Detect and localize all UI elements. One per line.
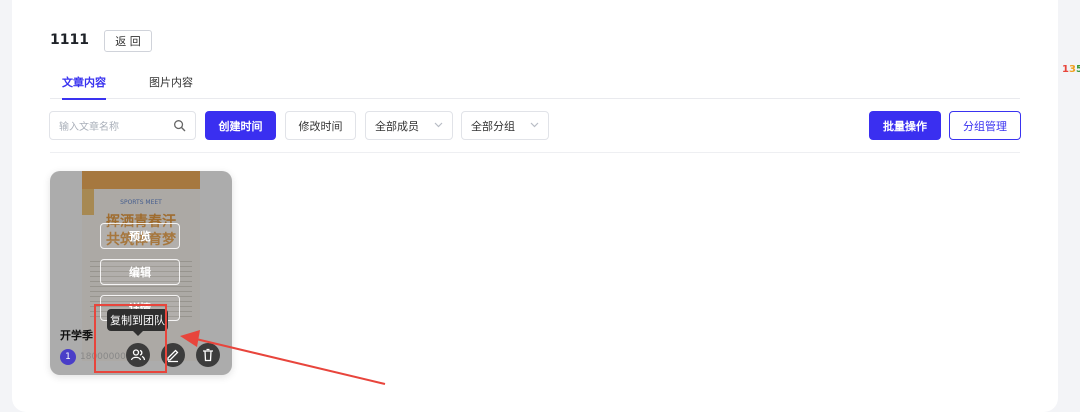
content-tabs: 文章内容 图片内容 (50, 76, 1020, 100)
delete-button[interactable] (196, 343, 220, 367)
annotation-highlight-box (94, 304, 167, 373)
chevron-down-icon (530, 122, 539, 128)
group-select[interactable]: 全部分组 (461, 111, 549, 140)
batch-operation-button[interactable]: 批量操作 (869, 111, 941, 140)
trash-icon (203, 348, 213, 362)
search-input[interactable]: 输入文章名称 (49, 111, 196, 140)
preview-button[interactable]: 预览 (100, 223, 180, 249)
back-button[interactable]: 返 回 (104, 30, 152, 52)
tab-articles[interactable]: 文章内容 (62, 76, 106, 100)
edit-button[interactable]: 编辑 (100, 259, 180, 285)
member-select[interactable]: 全部成员 (365, 111, 453, 140)
page-title: 1111 (50, 32, 89, 48)
edit-icon (167, 349, 179, 363)
side-badge[interactable]: 135 (1062, 64, 1080, 75)
sort-modified-button[interactable]: 修改时间 (285, 111, 356, 140)
search-placeholder: 输入文章名称 (59, 122, 119, 133)
group-select-value: 全部分组 (471, 119, 515, 133)
sort-created-button[interactable]: 创建时间 (205, 111, 276, 140)
search-icon[interactable] (173, 119, 186, 132)
group-manage-button[interactable]: 分组管理 (949, 111, 1021, 140)
chevron-down-icon (434, 122, 443, 128)
avatar: 1 (60, 349, 76, 365)
tab-images[interactable]: 图片内容 (149, 76, 193, 99)
divider (50, 152, 1020, 153)
card-title: 开学季 (60, 329, 93, 342)
member-select-value: 全部成员 (375, 119, 419, 133)
